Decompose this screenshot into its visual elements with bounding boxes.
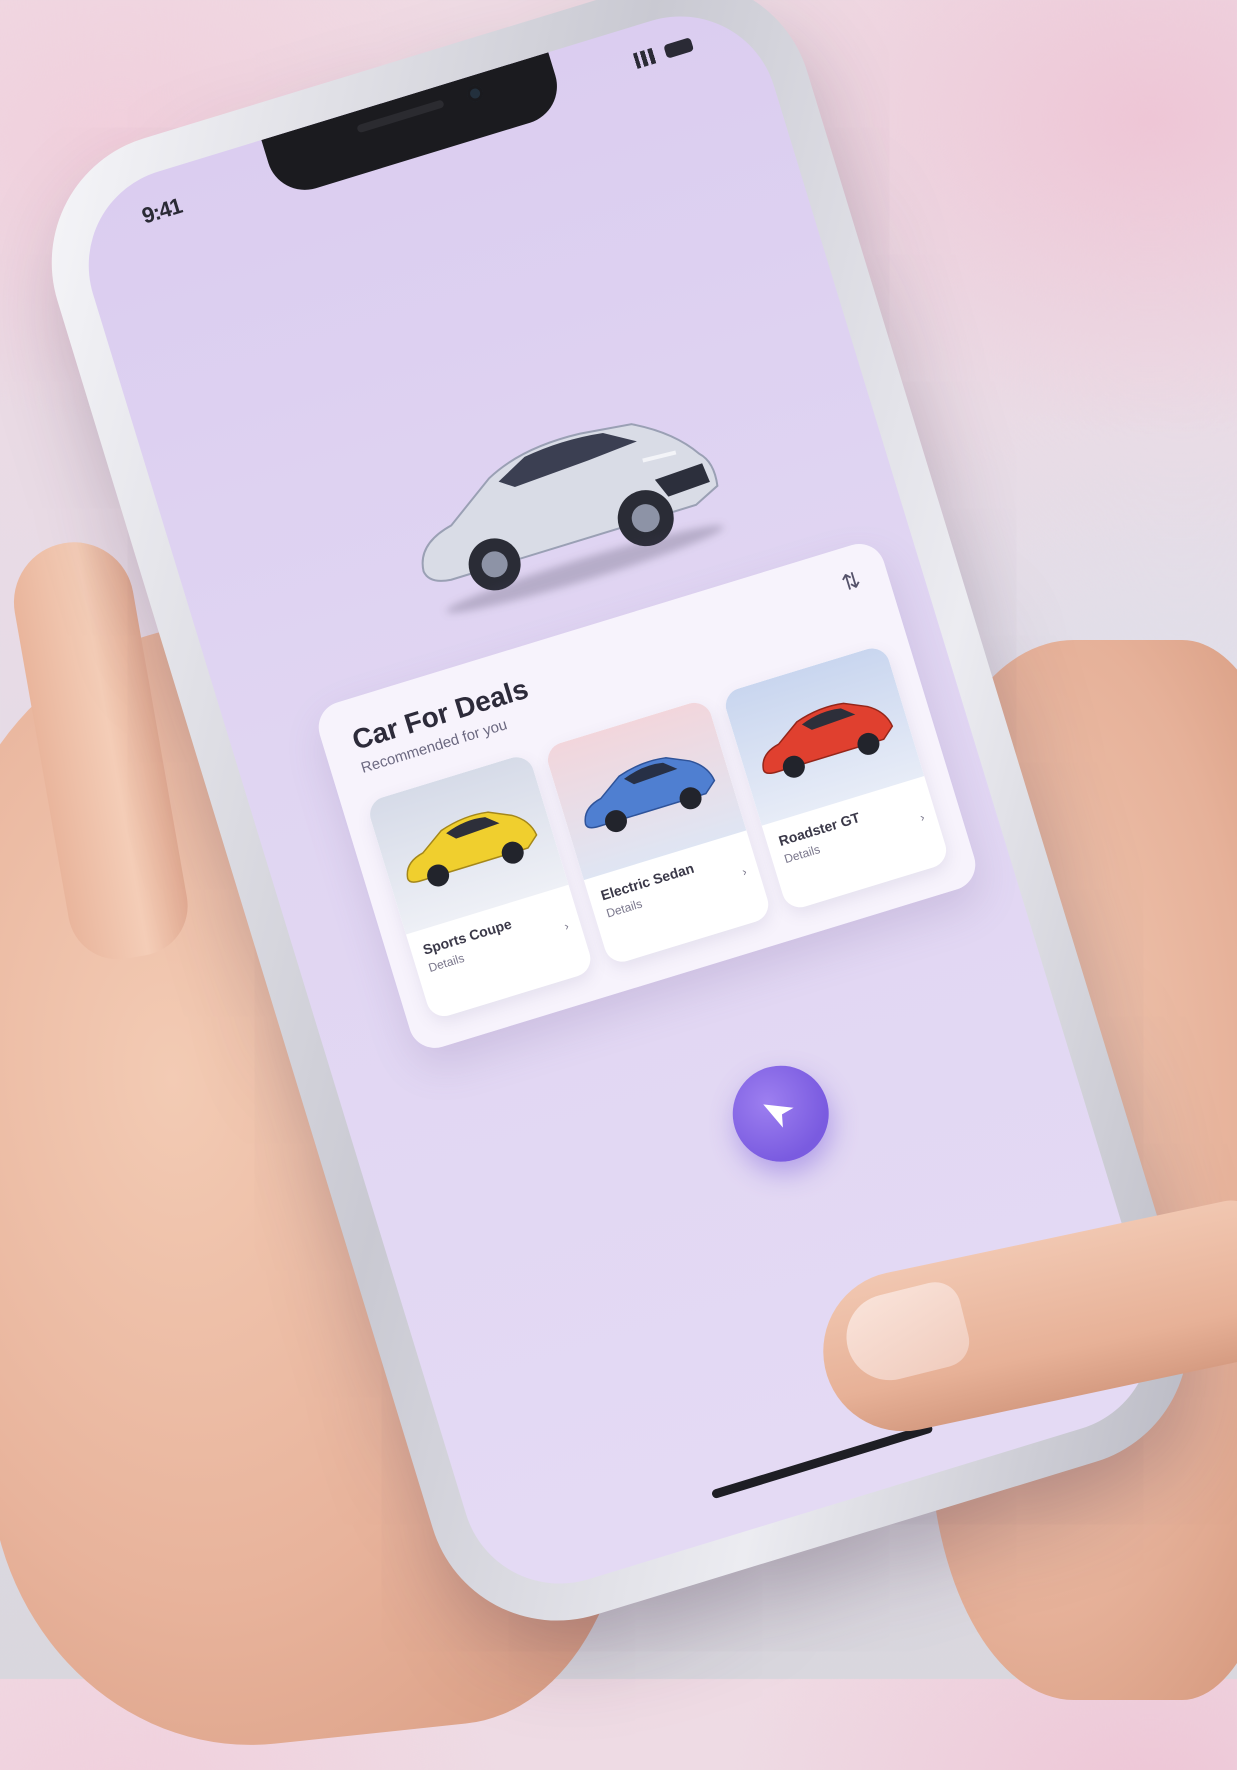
chevron-right-icon[interactable]: › (563, 919, 571, 934)
status-time: 9:41 (138, 192, 185, 229)
chevron-right-icon[interactable]: › (918, 810, 926, 825)
car-icon (762, 702, 894, 778)
front-camera (465, 83, 486, 104)
chevron-right-icon[interactable]: › (740, 864, 748, 879)
filter-icon[interactable]: ⇅ (838, 567, 863, 597)
car-icon (406, 811, 538, 887)
signal-icon (630, 46, 660, 70)
navigate-button[interactable] (720, 1053, 841, 1174)
battery-icon (663, 37, 695, 59)
status-icons (630, 36, 695, 70)
navigation-arrow-icon (763, 1104, 794, 1128)
car-icon (584, 757, 716, 833)
recommendations-card: Car For Deals Recommended for you ⇅ Spor… (312, 537, 982, 1055)
